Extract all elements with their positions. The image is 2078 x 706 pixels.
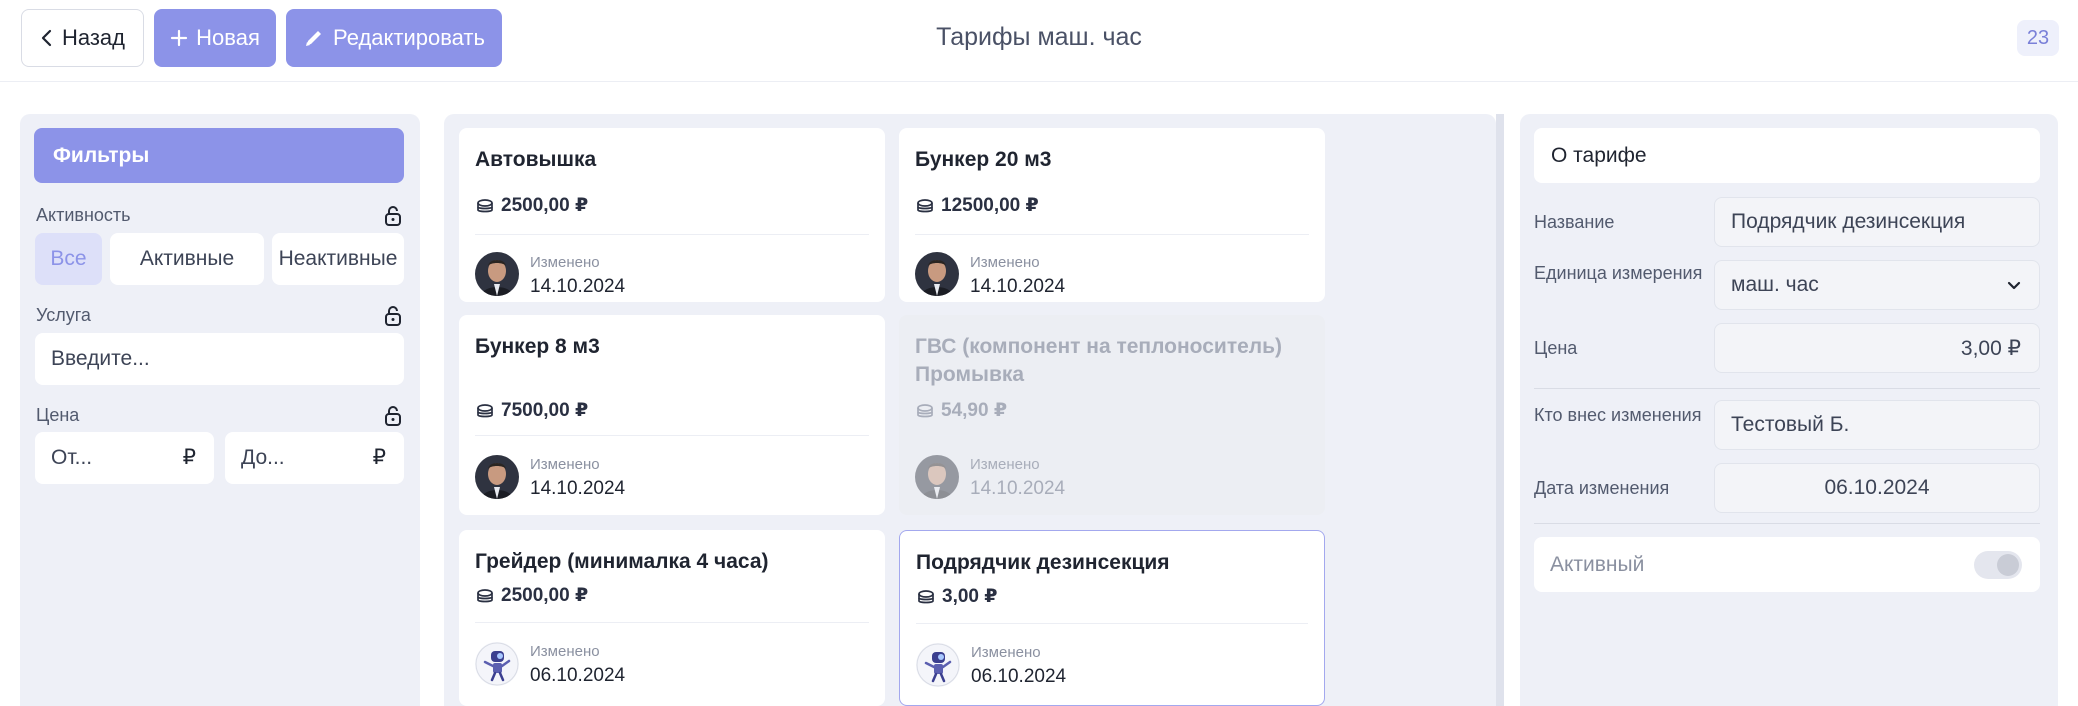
toggle-knob — [1997, 554, 2019, 576]
ruble-sign: ₽ — [182, 446, 196, 469]
card-divider — [915, 234, 1309, 235]
tariff-price-value: 2500,00 ₽ — [501, 585, 589, 606]
changed-label: Изменено — [530, 456, 600, 473]
activity-option-all[interactable]: Все — [35, 233, 102, 285]
tariff-card[interactable]: ГВС (компонент на теплоноситель) Промывк… — [899, 315, 1325, 515]
author-field: Тестовый Б. — [1714, 400, 2040, 450]
coins-icon — [475, 588, 501, 604]
chevron-down-icon — [2005, 277, 2023, 301]
filters-header: Фильтры — [34, 128, 404, 183]
tariff-price-value: 12500,00 ₽ — [941, 195, 1039, 216]
ruble-sign: ₽ — [372, 446, 386, 469]
price-to-input[interactable]: До... ₽ — [225, 432, 404, 484]
tariff-price: 12500,00 ₽ — [915, 194, 1039, 217]
tariff-price: 54,90 ₽ — [915, 399, 1007, 422]
changed-label: Изменено — [970, 456, 1040, 473]
tariff-price-value: 2500,00 ₽ — [501, 195, 589, 216]
tariff-price-value: 54,90 ₽ — [941, 400, 1008, 421]
tariff-price-value: 3,00 ₽ — [942, 586, 998, 607]
price-field[interactable]: 3,00 ₽ — [1714, 323, 2040, 373]
active-toggle[interactable] — [1974, 551, 2022, 579]
top-bar: Назад Новая Редактировать Тарифы маш. ча… — [0, 0, 2078, 82]
card-divider — [915, 435, 1309, 436]
coins-icon — [915, 198, 941, 214]
count-badge: 23 — [2017, 20, 2059, 56]
activity-option-inactive[interactable]: Неактивные — [272, 233, 404, 285]
avatar — [915, 252, 959, 296]
price-label: Цена — [1534, 338, 1578, 358]
tariff-card[interactable]: Подрядчик дезинсекция 3,00 ₽ Изменено 06.10… — [899, 530, 1325, 706]
changed-label: Изменено — [530, 254, 600, 271]
tariff-card[interactable]: Бункер 8 м3 7500,00 ₽ Изменено 14.10.2024 — [459, 315, 885, 515]
coins-icon — [475, 198, 501, 214]
service-filter-label: Услуга — [36, 305, 91, 325]
tariff-card[interactable]: Автовышка 2500,00 ₽ Изменено 14.10.2024 — [459, 128, 885, 302]
tariff-name: Бункер 8 м3 — [475, 335, 600, 358]
tariff-name: Подрядчик дезинсекция — [916, 551, 1170, 574]
price-from-input[interactable]: От... ₽ — [35, 432, 214, 484]
unit-label: Единица измерения — [1534, 263, 1703, 283]
changed-label: Изменено — [970, 254, 1040, 271]
unit-select[interactable]: маш. час — [1714, 260, 2040, 310]
list-scrollbar[interactable] — [1496, 114, 1504, 706]
unlock-icon[interactable] — [382, 205, 404, 227]
name-field[interactable]: Подрядчик дезинсекция — [1714, 197, 2040, 247]
unlock-icon[interactable] — [382, 305, 404, 327]
tariff-name: ГВС (компонент на теплоноситель) Промывк… — [915, 335, 1283, 386]
tariff-name: Грейдер (минималка 4 часа) — [475, 550, 769, 573]
divider — [1534, 388, 2040, 389]
divider — [1534, 523, 2040, 524]
changed-label: Изменено — [971, 644, 1041, 661]
avatar — [475, 252, 519, 296]
service-search-input[interactable]: Введите... — [35, 333, 404, 385]
changed-date: 14.10.2024 — [530, 478, 626, 499]
details-panel: О тарифе Название Подрядчик дезинсекция … — [1520, 114, 2058, 706]
date-field: 06.10.2024 — [1714, 463, 2040, 513]
avatar — [916, 643, 960, 687]
changed-label: Изменено — [530, 643, 600, 660]
avatar — [915, 455, 959, 499]
date-label: Дата изменения — [1534, 478, 1670, 498]
tariff-list: Автовышка 2500,00 ₽ Изменено 14.10.2024 Бунк… — [444, 114, 1496, 706]
avatar — [475, 642, 519, 686]
price-from-placeholder: От... — [51, 446, 93, 469]
tariff-card[interactable]: Бункер 20 м3 12500,00 ₽ Изменено 14.10.2024 — [899, 128, 1325, 302]
changed-date: 14.10.2024 — [970, 276, 1066, 297]
details-header: О тарифе — [1534, 128, 2040, 183]
tariff-price: 3,00 ₽ — [916, 585, 997, 608]
tariff-card[interactable]: Грейдер (минималка 4 часа) 2500,00 ₽ Измен… — [459, 530, 885, 706]
price-to-placeholder: До... — [241, 446, 285, 469]
card-divider — [475, 435, 869, 436]
tariff-name: Бункер 20 м3 — [915, 148, 1052, 171]
active-toggle-row: Активный — [1534, 537, 2040, 592]
coins-icon — [916, 589, 942, 605]
coins-icon — [475, 403, 501, 419]
changed-date: 06.10.2024 — [530, 665, 626, 686]
filters-panel: Фильтры Активность Все Активные Неактивн… — [20, 114, 420, 706]
name-label: Название — [1534, 212, 1615, 232]
price-filter-label: Цена — [36, 405, 80, 425]
card-divider — [916, 623, 1308, 624]
unit-select-value: маш. час — [1731, 273, 1819, 296]
activity-filter-label: Активность — [36, 205, 131, 225]
avatar — [475, 455, 519, 499]
card-divider — [475, 622, 869, 623]
active-label: Активный — [1550, 552, 1645, 576]
changed-date: 14.10.2024 — [530, 276, 626, 297]
changed-date: 14.10.2024 — [970, 478, 1066, 499]
page-title: Тарифы маш. час — [936, 23, 1142, 51]
tariff-price: 2500,00 ₽ — [475, 194, 588, 217]
coins-icon — [915, 403, 941, 419]
changed-date: 06.10.2024 — [971, 666, 1067, 687]
tariff-price: 7500,00 ₽ — [475, 399, 588, 422]
unlock-icon[interactable] — [382, 405, 404, 427]
tariff-price-value: 7500,00 ₽ — [501, 400, 589, 421]
tariff-price: 2500,00 ₽ — [475, 584, 588, 607]
card-divider — [475, 234, 869, 235]
author-label: Кто внес изменения — [1534, 405, 1702, 425]
tariff-name: Автовышка — [475, 148, 597, 171]
activity-option-active[interactable]: Активные — [110, 233, 264, 285]
